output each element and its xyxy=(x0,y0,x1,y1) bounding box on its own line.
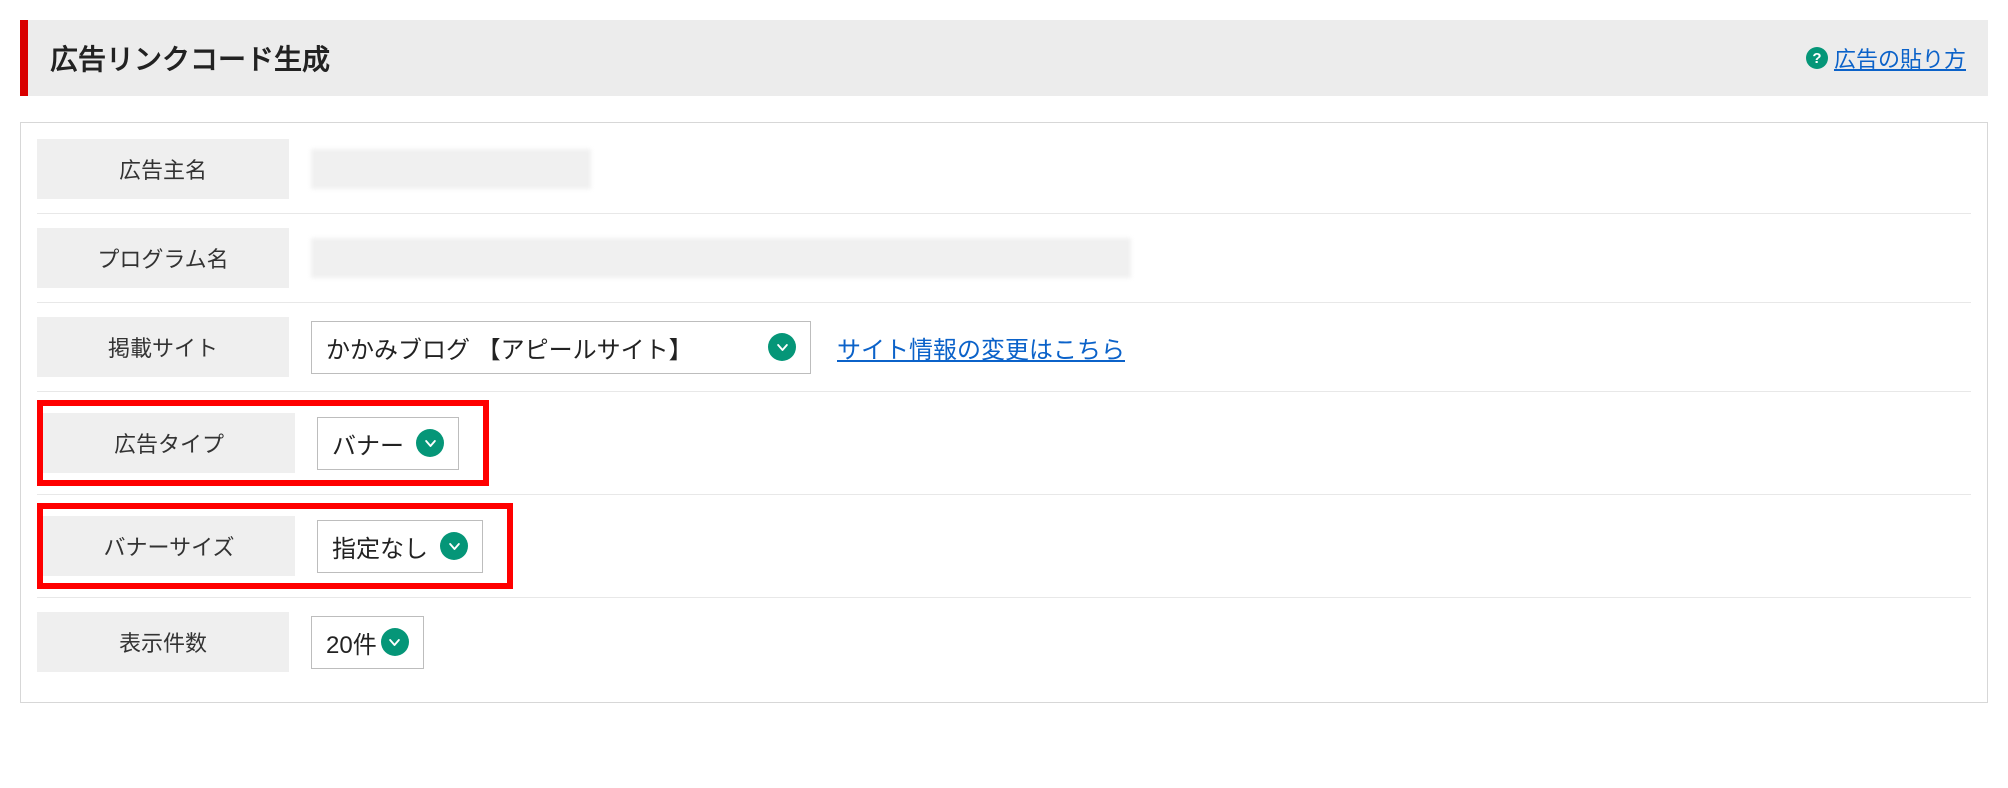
count-select[interactable]: 20件 xyxy=(311,616,424,669)
adtype-select-text: バナー xyxy=(332,426,404,461)
row-site: 掲載サイト かかみブログ 【アピールサイト】 サイト情報の変更はこちら xyxy=(37,302,1971,391)
row-advertiser: 広告主名 xyxy=(37,125,1971,213)
row-program: プログラム名 xyxy=(37,213,1971,302)
chevron-down-icon xyxy=(768,333,796,361)
help-link[interactable]: 広告の貼り方 xyxy=(1834,42,1966,74)
count-label: 表示件数 xyxy=(37,612,289,672)
highlight-bannersize: バナーサイズ 指定なし xyxy=(37,503,513,589)
help-icon: ? xyxy=(1806,47,1828,69)
site-change-link[interactable]: サイト情報の変更はこちら xyxy=(837,330,1125,365)
page-header: 広告リンクコード生成 ? 広告の貼り方 xyxy=(20,20,1988,96)
adtype-select[interactable]: バナー xyxy=(317,417,459,470)
site-select-text: かかみブログ 【アピールサイト】 xyxy=(326,330,693,365)
advertiser-value xyxy=(311,149,591,189)
redacted-text xyxy=(311,149,591,189)
help-area: ? 広告の貼り方 xyxy=(1806,42,1966,74)
adtype-label: 広告タイプ xyxy=(43,413,295,473)
chevron-down-icon xyxy=(381,628,409,656)
advertiser-label: 広告主名 xyxy=(37,139,289,199)
bannersize-select[interactable]: 指定なし xyxy=(317,520,483,573)
highlight-adtype: 広告タイプ バナー xyxy=(37,400,489,486)
row-count: 表示件数 20件 xyxy=(37,597,1971,686)
site-select[interactable]: かかみブログ 【アピールサイト】 xyxy=(311,321,811,374)
bannersize-select-text: 指定なし xyxy=(332,529,428,564)
row-adtype: 広告タイプ バナー xyxy=(37,391,1971,494)
row-bannersize: バナーサイズ 指定なし xyxy=(37,494,1971,597)
chevron-down-icon xyxy=(416,429,444,457)
program-value xyxy=(311,238,1131,278)
program-label: プログラム名 xyxy=(37,228,289,288)
site-label: 掲載サイト xyxy=(37,317,289,377)
chevron-down-icon xyxy=(440,532,468,560)
page-title: 広告リンクコード生成 xyxy=(50,38,330,78)
form-panel: 広告主名 プログラム名 掲載サイト かかみブログ 【アピールサイト】 サイト情報… xyxy=(20,122,1988,703)
site-value-area: かかみブログ 【アピールサイト】 サイト情報の変更はこちら xyxy=(311,321,1125,374)
redacted-text xyxy=(311,238,1131,278)
count-select-text: 20件 xyxy=(326,625,377,660)
bannersize-label: バナーサイズ xyxy=(43,516,295,576)
count-value-area: 20件 xyxy=(311,616,424,669)
